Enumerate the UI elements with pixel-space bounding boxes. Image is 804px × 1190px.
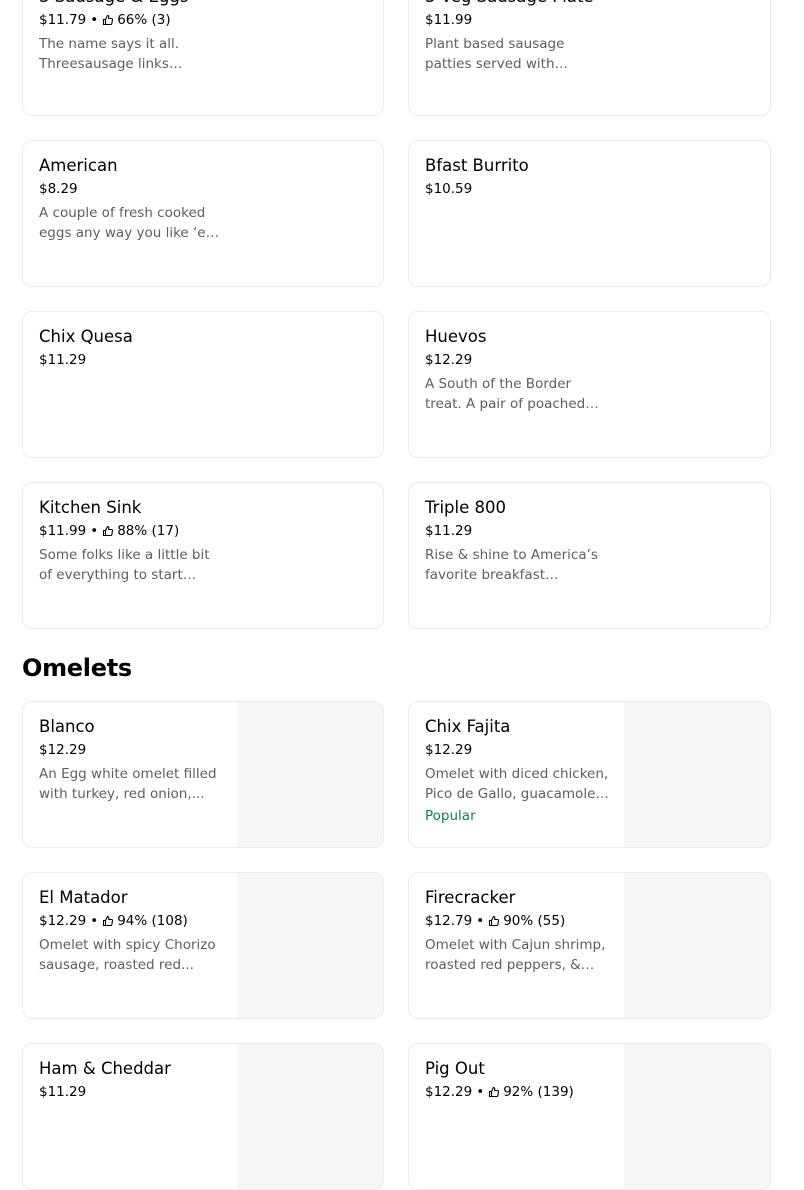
item-price: $11.99 (425, 12, 473, 28)
item-price: $12.29 (425, 1084, 473, 1100)
item-image (624, 1044, 770, 1189)
separator-dot: • (476, 913, 485, 929)
item-price: $12.79 (425, 913, 473, 929)
item-meta: $11.29 (39, 351, 367, 369)
item-image (237, 873, 383, 1018)
thumbs-up-icon (103, 915, 114, 927)
item-description: An Egg white omelet filled with turkey, … (39, 766, 217, 802)
item-price: $8.29 (39, 181, 78, 197)
menu-item-card[interactable]: Chix Fajita $12.29 Omelet with diced chi… (408, 701, 771, 848)
item-name: 3 Veg Sausage Plate (425, 0, 754, 8)
item-description: Some folks like a little bit of everythi… (39, 547, 210, 583)
separator-dot: • (90, 12, 99, 28)
item-price: $12.29 (425, 352, 473, 368)
thumbs-up-icon (489, 1086, 500, 1098)
item-name: Chix Fajita (425, 717, 511, 736)
item-name: Kitchen Sink (39, 498, 142, 517)
item-description: A couple of fresh cooked eggs any way yo… (39, 205, 219, 241)
item-description: The name says it all. Threesausage links… (39, 36, 179, 72)
item-price: $11.29 (39, 352, 87, 368)
menu-item-card[interactable]: Pig Out $12.29 • 92% (139) (408, 1043, 771, 1190)
item-price: $11.29 (39, 1084, 87, 1100)
item-meta: $11.29 (425, 522, 754, 540)
item-image (237, 702, 383, 847)
item-name: Firecracker (425, 888, 516, 907)
item-name: Ham & Cheddar (39, 1059, 171, 1078)
item-price: $11.99 (39, 523, 87, 539)
item-meta: $12.29 • 92% (139) (425, 1083, 620, 1101)
item-meta: $10.59 (425, 180, 754, 198)
item-image (624, 873, 770, 1018)
item-name: American (39, 156, 118, 175)
item-rating: 94% (108) (117, 913, 188, 929)
item-rating: 88% (17) (117, 523, 180, 539)
separator-dot: • (90, 523, 99, 539)
item-name: Chix Quesa (39, 327, 133, 346)
menu-item-card[interactable]: Ham & Cheddar $11.29 (22, 1043, 384, 1190)
item-description: Omelet with Cajun shrimp, roasted red pe… (425, 937, 606, 973)
menu-item-card[interactable]: El Matador $12.29 • 94% (108) Omelet wit… (22, 872, 384, 1019)
item-name: Huevos (425, 327, 487, 346)
item-meta: $12.29 (39, 741, 233, 759)
thumbs-up-icon (103, 14, 114, 26)
item-meta: $11.99 (425, 11, 754, 29)
item-meta: $12.79 • 90% (55) (425, 912, 620, 930)
item-price: $12.29 (425, 742, 473, 758)
item-name: Blanco (39, 717, 95, 736)
menu-item-card[interactable]: Huevos $12.29 A South of the Border trea… (408, 311, 771, 458)
item-price: $11.79 (39, 12, 87, 28)
item-price: $11.29 (425, 523, 473, 539)
item-rating: 90% (55) (503, 913, 566, 929)
menu-item-card[interactable]: Kitchen Sink $11.99 • 88% (17) Some folk… (22, 482, 384, 629)
item-image (624, 702, 770, 847)
item-meta: $11.79 • 66% (3) (39, 11, 367, 29)
menu-item-card[interactable]: Firecracker $12.79 • 90% (55) Omelet wit… (408, 872, 771, 1019)
item-description: A South of the Border treat. A pair of p… (425, 376, 586, 412)
section-title-omelets: Omelets (22, 654, 132, 682)
item-meta: $12.29 (425, 351, 754, 369)
item-meta: $11.29 (39, 1083, 233, 1101)
item-price: $12.29 (39, 913, 87, 929)
menu-item-card[interactable]: 3 Veg Sausage Plate $11.99 Plant based s… (408, 0, 771, 116)
menu-item-card[interactable]: Triple 800 $11.29 Rise & shine to Americ… (408, 482, 771, 629)
thumbs-up-icon (489, 915, 500, 927)
item-description: Plant based sausage patties served with … (425, 36, 565, 72)
item-meta: $8.29 (39, 180, 367, 198)
item-meta: $12.29 (425, 741, 620, 759)
item-description: Omelet with diced chicken, Pico de Gallo… (425, 766, 609, 802)
item-name: 3 Sausage & Eggs (39, 0, 367, 8)
item-price: $10.59 (425, 181, 473, 197)
item-rating: 66% (3) (117, 12, 171, 28)
separator-dot: • (90, 913, 99, 929)
popular-badge: Popular (425, 808, 476, 824)
item-name: Pig Out (425, 1059, 485, 1078)
item-meta: $12.29 • 94% (108) (39, 912, 233, 930)
menu-item-card[interactable]: 3 Sausage & Eggs $11.79 • 66% (3) The na… (22, 0, 384, 116)
item-description: Omelet with spicy Chorizo sausage, roast… (39, 937, 216, 973)
menu-item-card[interactable]: Bfast Burrito $10.59 (408, 140, 771, 287)
item-image (237, 1044, 383, 1189)
menu-item-card[interactable]: Blanco $12.29 An Egg white omelet filled… (22, 701, 384, 848)
item-name: Triple 800 (425, 498, 506, 517)
item-rating: 92% (139) (503, 1084, 574, 1100)
item-description: Rise & shine to America’s favorite break… (425, 547, 598, 583)
menu-item-card[interactable]: Chix Quesa $11.29 (22, 311, 384, 458)
item-meta: $11.99 • 88% (17) (39, 522, 367, 540)
item-name: El Matador (39, 888, 128, 907)
separator-dot: • (476, 1084, 485, 1100)
menu-item-card[interactable]: American $8.29 A couple of fresh cooked … (22, 140, 384, 287)
item-price: $12.29 (39, 742, 87, 758)
item-name: Bfast Burrito (425, 156, 529, 175)
thumbs-up-icon (103, 525, 114, 537)
